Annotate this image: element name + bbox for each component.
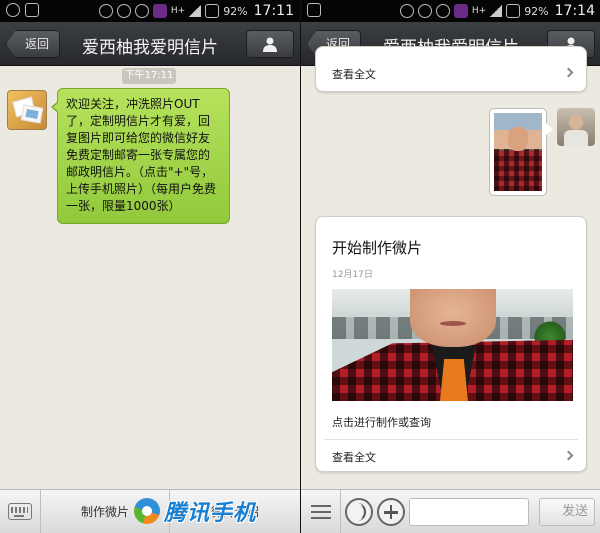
article-card[interactable]: 开始制作微片 12月17日 点击进行制作或查询 查看全文 — [315, 216, 587, 472]
battery-icon — [205, 4, 220, 18]
read-more-link[interactable]: 查看全文 — [332, 449, 376, 465]
network-type: H+ — [471, 6, 487, 16]
clock: 17:14 — [554, 3, 595, 19]
watermark: 腾讯手机 — [134, 496, 256, 526]
menu-icon-line — [311, 517, 331, 519]
sent-photo — [494, 113, 542, 191]
battery-percent: 92% — [524, 4, 549, 18]
user-icon — [263, 37, 277, 52]
app-notification-icon — [453, 4, 468, 18]
status-right: H+ 92% 17:11 — [98, 3, 294, 19]
wifi-icon — [134, 4, 149, 18]
signal-icon — [189, 5, 202, 17]
article-cover-image[interactable] — [332, 289, 573, 401]
chevron-right-icon — [563, 450, 574, 461]
read-more-link[interactable]: 查看全文 — [332, 66, 376, 82]
add-attachment-button[interactable] — [377, 498, 405, 526]
voice-icon-outer — [350, 503, 366, 521]
keyboard-toggle-button[interactable] — [0, 490, 41, 533]
profile-button[interactable] — [246, 30, 294, 58]
image-icon — [307, 3, 321, 17]
title-bar: 返回 爱西柚我爱明信片 — [0, 22, 300, 66]
status-bar: H+ 92% 17:11 — [0, 0, 300, 22]
user-avatar[interactable] — [557, 108, 595, 146]
keyboard-icon — [8, 503, 32, 520]
voice-button[interactable] — [345, 498, 373, 526]
article-title: 开始制作微片 — [332, 239, 423, 257]
menu-icon-line — [311, 505, 331, 507]
sent-photo-message[interactable] — [489, 108, 553, 196]
right-screen: H+ 92% 17:14 返回 爱西柚我爱明信片 查看全文 开始制作微片 12月… — [300, 0, 600, 533]
notification-icons — [6, 3, 39, 17]
chat-title: 爱西柚我爱明信片 — [82, 38, 218, 58]
eye-icon — [399, 4, 414, 18]
menu-icon-line — [311, 511, 331, 513]
back-button[interactable]: 返回 — [6, 30, 61, 58]
alarm-icon — [116, 4, 131, 18]
face-graphic — [410, 289, 496, 347]
watermark-text: 腾讯手机 — [164, 501, 257, 526]
postcard-graphic — [20, 104, 44, 124]
notification-icons — [307, 3, 321, 17]
image-icon — [25, 3, 39, 17]
input-bar: 发送 — [301, 489, 600, 533]
plus-icon-vertical — [389, 505, 393, 519]
menu-toggle-button[interactable] — [301, 490, 341, 533]
left-screen: H+ 92% 17:11 返回 爱西柚我爱明信片 下午17:11 欢迎关注，冲洗… — [0, 0, 300, 533]
article-card-previous[interactable]: 查看全文 — [315, 46, 587, 92]
message-input[interactable] — [409, 498, 529, 526]
mouth-graphic — [440, 321, 466, 326]
message-bubble[interactable]: 欢迎关注，冲洗照片OUT了，定制明信片才有爱，回复图片即可给您的微信好友免费定制… — [51, 88, 230, 224]
battery-percent: 92% — [223, 4, 248, 18]
alarm-icon — [417, 4, 432, 18]
signal-icon — [490, 5, 503, 17]
app-notification-icon — [152, 4, 167, 18]
network-type: H+ — [170, 6, 186, 16]
wifi-icon — [435, 4, 450, 18]
message-timestamp: 下午17:11 — [122, 68, 176, 84]
eye-icon — [6, 3, 20, 17]
status-bar: H+ 92% 17:14 — [301, 0, 600, 22]
divider — [324, 439, 578, 440]
send-button[interactable]: 发送 — [539, 498, 595, 526]
eye-icon — [98, 4, 113, 18]
article-description: 点击进行制作或查询 — [332, 416, 431, 429]
official-account-avatar[interactable] — [7, 90, 47, 130]
article-date: 12月17日 — [332, 270, 373, 280]
orange-shirt-graphic — [440, 359, 468, 401]
clock: 17:11 — [253, 3, 294, 19]
tencent-logo-icon — [134, 498, 160, 524]
battery-icon — [506, 4, 521, 18]
chevron-right-icon — [563, 67, 574, 78]
status-right: H+ 92% 17:14 — [399, 3, 595, 19]
